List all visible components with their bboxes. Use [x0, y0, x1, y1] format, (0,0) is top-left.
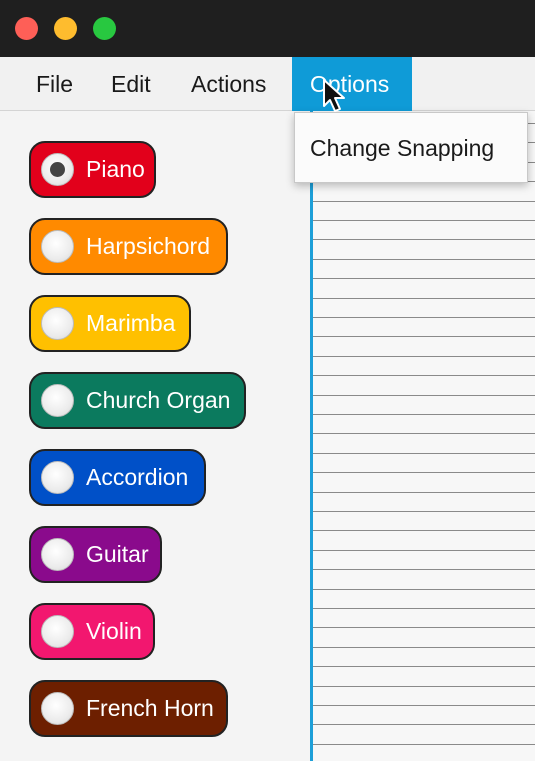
grid-line [313, 201, 535, 202]
options-dropdown: Change Snapping [294, 112, 528, 183]
instrument-church-organ[interactable]: Church Organ [29, 372, 246, 429]
grid-line [313, 744, 535, 745]
radio-icon[interactable] [41, 153, 74, 186]
instrument-piano[interactable]: Piano [29, 141, 156, 198]
grid-line [313, 569, 535, 570]
main-content: Piano Harpsichord Marimba Church Organ A… [0, 111, 535, 761]
grid-line [313, 356, 535, 357]
radio-icon[interactable] [41, 230, 74, 263]
grid-line [313, 472, 535, 473]
menu-file[interactable]: File [18, 57, 91, 111]
grid-line [313, 453, 535, 454]
instrument-label: Accordion [86, 464, 189, 490]
instrument-label: French Horn [86, 695, 214, 721]
grid-line [313, 395, 535, 396]
radio-icon[interactable] [41, 615, 74, 648]
menu-edit[interactable]: Edit [93, 57, 169, 111]
instrument-marimba[interactable]: Marimba [29, 295, 191, 352]
menu-bar: File Edit Actions Options [0, 57, 535, 111]
grid-line [313, 550, 535, 551]
grid-line [313, 278, 535, 279]
grid-line [313, 589, 535, 590]
grid-line [313, 317, 535, 318]
grid-line [313, 511, 535, 512]
grid-line [313, 433, 535, 434]
grid-line [313, 375, 535, 376]
instrument-accordion[interactable]: Accordion [29, 449, 206, 506]
instrument-panel: Piano Harpsichord Marimba Church Organ A… [0, 111, 310, 761]
radio-icon[interactable] [41, 461, 74, 494]
note-grid[interactable] [310, 111, 535, 761]
instrument-label: Church Organ [86, 387, 231, 413]
grid-line [313, 627, 535, 628]
title-bar [0, 0, 535, 57]
grid-line [313, 298, 535, 299]
grid-line [313, 666, 535, 667]
menu-actions[interactable]: Actions [173, 57, 284, 111]
grid-line [313, 686, 535, 687]
close-window-button[interactable] [15, 17, 38, 40]
grid-line [313, 492, 535, 493]
instrument-label: Piano [86, 156, 145, 182]
instrument-violin[interactable]: Violin [29, 603, 155, 660]
instrument-label: Violin [86, 618, 142, 644]
radio-icon[interactable] [41, 307, 74, 340]
radio-icon[interactable] [41, 538, 74, 571]
menu-item-change-snapping[interactable]: Change Snapping [310, 113, 494, 184]
instrument-label: Marimba [86, 310, 176, 336]
grid-line [313, 336, 535, 337]
instrument-harpsichord[interactable]: Harpsichord [29, 218, 228, 275]
minimize-window-button[interactable] [54, 17, 77, 40]
grid-line [313, 239, 535, 240]
grid-line [313, 220, 535, 221]
grid-line [313, 647, 535, 648]
grid-line [313, 259, 535, 260]
menu-options[interactable]: Options [292, 57, 412, 111]
grid-line [313, 414, 535, 415]
maximize-window-button[interactable] [93, 17, 116, 40]
instrument-guitar[interactable]: Guitar [29, 526, 162, 583]
radio-icon[interactable] [41, 692, 74, 725]
grid-line [313, 608, 535, 609]
instrument-french-horn[interactable]: French Horn [29, 680, 228, 737]
instrument-label: Harpsichord [86, 233, 210, 259]
grid-line [313, 530, 535, 531]
grid-line [313, 705, 535, 706]
grid-line [313, 724, 535, 725]
mouse-cursor-icon [323, 79, 345, 112]
instrument-label: Guitar [86, 541, 149, 567]
radio-icon[interactable] [41, 384, 74, 417]
